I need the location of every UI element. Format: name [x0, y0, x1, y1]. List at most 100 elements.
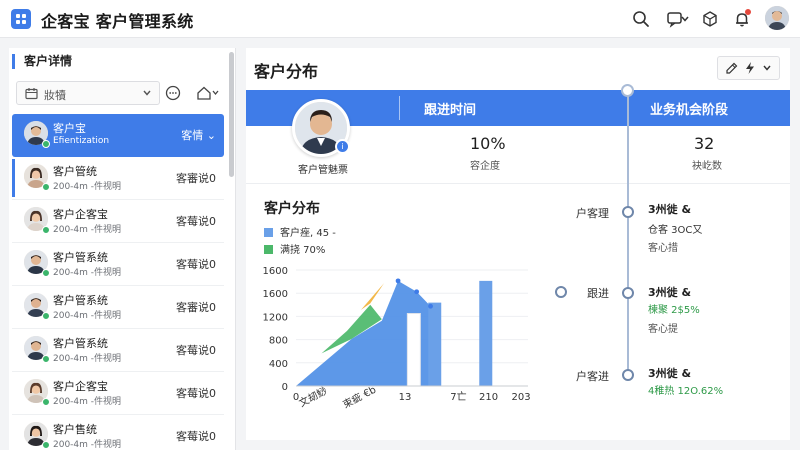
customer-tag[interactable]: 客莓说0 — [176, 385, 216, 401]
timeline-node[interactable] — [622, 206, 634, 218]
customer-row[interactable]: 客户企客宝 200-4m -件视明 客莓说0 — [12, 372, 224, 415]
x-tick-label: 13 — [399, 392, 412, 403]
flash-icon — [744, 61, 756, 75]
stat-label-count: 袂屹数 — [692, 161, 722, 172]
bar-1 — [406, 313, 421, 387]
customer-subtitle: 200-4m -件视明 — [53, 354, 122, 364]
customer-subtitle: 200-4m -件视明 — [53, 440, 122, 450]
customer-row[interactable]: 客户售统 200-4m -件视明 客莓说0 — [12, 415, 224, 450]
customer-tag[interactable]: 客審说0 — [176, 170, 216, 186]
customer-tag[interactable]: 客情 ⌄ — [181, 127, 216, 143]
online-status-dot — [42, 355, 50, 363]
timeline-line — [627, 90, 629, 380]
customer-row[interactable]: 客户宝 Efientization 客情 ⌄ — [12, 114, 224, 157]
legend-label: 满挠 70% — [280, 245, 326, 256]
chevron-down-icon — [142, 88, 152, 101]
x-tick-label: 210 — [479, 392, 498, 403]
online-status-dot — [42, 183, 50, 191]
timeline-detail: 楝聚 2$5% — [648, 301, 700, 316]
stat-value-count: 32 — [694, 134, 715, 153]
x-tick-label: 束疵 €b — [340, 383, 378, 411]
customer-subtitle: Efientization — [53, 136, 110, 146]
y-tick-label: 1600 — [263, 289, 288, 300]
timeline-detail: 4稚热 12O.62% — [648, 386, 724, 397]
timeline-note: 客心措 — [648, 243, 678, 254]
customer-tag[interactable]: 客莓说0 — [176, 428, 216, 444]
timeline-start-node — [621, 84, 634, 97]
timeline-title: 3州徙 & — [648, 367, 692, 380]
notification-dot — [745, 9, 751, 15]
search-icon[interactable] — [630, 8, 652, 30]
legend-swatch — [264, 245, 273, 254]
user-avatar[interactable] — [765, 6, 789, 30]
online-status-dot — [42, 312, 50, 320]
customer-name: 客户宝 — [53, 122, 86, 135]
customer-row[interactable]: 客户管统 200-4m -件视明 客審说0 — [12, 157, 224, 200]
data-point — [395, 278, 401, 284]
filter-value: 妝犢 — [44, 89, 66, 102]
filter-select[interactable]: 妝犢 — [16, 81, 160, 105]
list-scrollbar[interactable] — [229, 52, 234, 177]
timeline-title: 3州徙 & — [648, 203, 692, 216]
online-status-dot — [42, 269, 50, 277]
page-title: 客户分布 — [254, 62, 319, 81]
x-tick-label: 203 — [511, 392, 530, 403]
distribution-chart: 16001600120080040000文刼鯋 束疵 €b 13 7亡 210 203 — [263, 266, 531, 411]
customer-row[interactable]: 客户管系统 200-4m -件视明 客莓说0 — [12, 243, 224, 286]
legend-item: 满挠 70% — [264, 241, 325, 256]
timeline-node[interactable] — [622, 287, 634, 299]
timeline-label: 户客进 — [576, 370, 609, 383]
chart-settings-button[interactable] — [717, 56, 780, 80]
timeline-label: 跟进 — [587, 287, 609, 300]
divider — [399, 96, 400, 120]
data-point — [428, 303, 433, 309]
home-menu-icon[interactable] — [194, 83, 222, 103]
y-tick-label: 1600 — [263, 266, 288, 277]
x-tick-label: 7亡 — [450, 390, 466, 403]
main-panel: 客户分布 跟进时间 业务机会阶段 i 客户管魅票 10% 容企度 32 袂屹数 … — [246, 48, 790, 440]
timeline-side-node[interactable] — [555, 286, 567, 298]
timeline-detail-text: 楝聚 2$5% — [648, 305, 700, 316]
customer-row[interactable]: 客户企客宝 200-4m -件视明 客莓说0 — [12, 200, 224, 243]
customer-tag[interactable]: 客莓说0 — [176, 213, 216, 229]
chevron-down-icon — [762, 63, 772, 73]
panel-title: 客户详情 — [12, 54, 72, 69]
y-tick-label: 0 — [282, 382, 288, 393]
legend-item: 客户痤, 45 - — [264, 224, 336, 239]
customer-tag[interactable]: 客莓说0 — [176, 256, 216, 272]
x-tick-label: 文刼鯋 — [297, 384, 330, 410]
legend-swatch — [264, 228, 273, 237]
timeline-node[interactable] — [622, 369, 634, 381]
stat-value-satisfaction: 10% — [470, 134, 506, 153]
online-status-dot — [42, 441, 50, 449]
customer-name: 客户企客宝 — [53, 380, 108, 393]
customer-name: 客户管系统 — [53, 251, 108, 264]
bell-icon[interactable] — [731, 8, 753, 30]
customer-subtitle: 200-4m -件视明 — [53, 311, 122, 321]
customer-name: 客户管系统 — [53, 337, 108, 350]
customer-subtitle: 200-4m -件视明 — [53, 182, 122, 192]
customer-name: 客户管系统 — [53, 294, 108, 307]
customer-tag[interactable]: 客審说0 — [176, 299, 216, 315]
customer-name: 客户售统 — [53, 423, 97, 436]
timeline-detail: 仓客 3OC又 — [648, 225, 703, 236]
y-tick-label: 400 — [269, 359, 288, 370]
timeline-label: 户客理 — [576, 207, 609, 220]
timeline-title: 3州徙 & — [648, 286, 692, 299]
orange-area — [360, 283, 385, 310]
more-options-icon[interactable] — [163, 83, 183, 103]
info-badge-icon[interactable]: i — [335, 139, 350, 154]
y-tick-label: 1200 — [263, 312, 288, 323]
app-logo-icon[interactable] — [11, 9, 31, 29]
customer-row[interactable]: 客户管系统 200-4m -件视明 客審说0 — [12, 286, 224, 329]
chevron-down-icon[interactable] — [679, 8, 691, 30]
y-tick-label: 800 — [269, 336, 288, 347]
tab-follow-up-time[interactable]: 跟进时间 — [424, 99, 476, 118]
customer-name: 客户企客宝 — [53, 208, 108, 221]
tab-business-stage[interactable]: 业务机会阶段 — [650, 99, 728, 118]
legend-label: 客户痤, 45 - — [280, 228, 336, 239]
customer-row[interactable]: 客户管系统 200-4m -件视明 客莓说0 — [12, 329, 224, 372]
customer-tag[interactable]: 客莓说0 — [176, 342, 216, 358]
data-point — [414, 289, 420, 295]
cube-icon[interactable] — [699, 8, 721, 30]
